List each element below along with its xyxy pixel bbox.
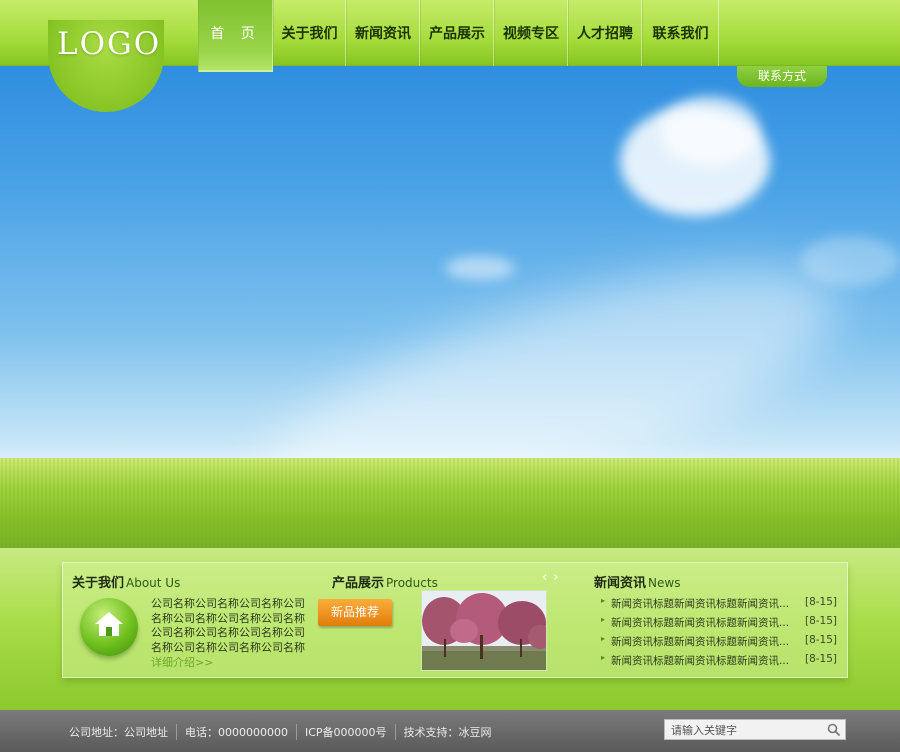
products-heading: 产品展示 Products xyxy=(332,572,438,591)
news-title: 新闻资讯 xyxy=(594,576,647,591)
contact-tab[interactable]: 联系方式 xyxy=(737,66,827,87)
news-item-title[interactable]: 新闻资讯标题新闻资讯标题新闻资讯... xyxy=(611,615,801,634)
news-heading: 新闻资讯 News xyxy=(594,572,680,591)
bullet-icon: ▸ xyxy=(601,653,606,662)
products-next-icon[interactable]: › xyxy=(553,570,564,585)
news-item-title[interactable]: 新闻资讯标题新闻资讯标题新闻资讯... xyxy=(611,653,801,672)
nav-item-products[interactable]: 产品展示 xyxy=(420,0,494,66)
home-icon xyxy=(95,612,123,636)
products-title-en: Products xyxy=(386,576,438,590)
footer-info: 公司地址：公司地址 电话：0000000000 ICP备000000号 技术支持… xyxy=(69,724,500,740)
products-prev-icon[interactable]: ‹ xyxy=(542,570,553,585)
news-item-date: [8-15] xyxy=(804,596,837,608)
news-list: ▸ 新闻资讯标题新闻资讯标题新闻资讯... [8-15] ▸ 新闻资讯标题新闻资… xyxy=(601,596,837,672)
news-item-title[interactable]: 新闻资讯标题新闻资讯标题新闻资讯... xyxy=(611,634,801,653)
news-item[interactable]: ▸ 新闻资讯标题新闻资讯标题新闻资讯... [8-15] xyxy=(601,596,837,615)
bullet-icon: ▸ xyxy=(601,634,606,643)
about-title: 关于我们 xyxy=(72,576,125,591)
news-item-date: [8-15] xyxy=(804,615,837,627)
bullet-icon: ▸ xyxy=(601,615,606,624)
about-text: 公司名称公司名称公司名称公司名称公司名称公司名称公司名称公司名称公司名称公司名称… xyxy=(151,597,311,671)
news-title-en: News xyxy=(648,576,681,590)
products-title: 产品展示 xyxy=(332,576,385,591)
products-pager: ‹› xyxy=(542,570,564,585)
nav-item-home[interactable]: 首 页 xyxy=(198,0,273,72)
news-item-title[interactable]: 新闻资讯标题新闻资讯标题新闻资讯... xyxy=(611,596,801,615)
main-nav: 首 页 关于我们 新闻资讯 产品展示 视频专区 人才招聘 联系我们 xyxy=(198,0,719,72)
footer-address: 公司地址：公司地址 xyxy=(69,726,168,739)
grass-field xyxy=(0,458,900,550)
bullet-icon: ▸ xyxy=(601,596,606,605)
cloud xyxy=(445,256,515,280)
news-item-date: [8-15] xyxy=(804,634,837,646)
news-item-date: [8-15] xyxy=(804,653,837,665)
news-item[interactable]: ▸ 新闻资讯标题新闻资讯标题新闻资讯... [8-15] xyxy=(601,615,837,634)
cloud xyxy=(660,96,760,166)
logo[interactable]: LOGO xyxy=(57,26,161,62)
footer-phone: 电话：0000000000 xyxy=(176,724,296,740)
nav-item-video[interactable]: 视频专区 xyxy=(494,0,568,66)
about-heading: 关于我们 About Us xyxy=(72,572,180,591)
footer-icp[interactable]: ICP备000000号 xyxy=(296,724,395,740)
nav-item-jobs[interactable]: 人才招聘 xyxy=(568,0,642,66)
about-title-en: About Us xyxy=(126,576,181,590)
about-description: 公司名称公司名称公司名称公司名称公司名称公司名称公司名称公司名称公司名称公司名称… xyxy=(151,597,305,655)
about-more-link[interactable]: 详细介绍>> xyxy=(151,656,213,669)
search-icon[interactable] xyxy=(827,723,841,737)
nav-item-news[interactable]: 新闻资讯 xyxy=(346,0,420,66)
footer-support[interactable]: 技术支持：冰豆网 xyxy=(394,724,500,740)
new-products-button[interactable]: 新品推荐 xyxy=(318,599,392,626)
product-image[interactable] xyxy=(421,590,547,671)
nav-item-about[interactable]: 关于我们 xyxy=(273,0,346,66)
nav-item-contact[interactable]: 联系我们 xyxy=(642,0,719,66)
news-item[interactable]: ▸ 新闻资讯标题新闻资讯标题新闻资讯... [8-15] xyxy=(601,634,837,653)
search-input[interactable] xyxy=(671,722,821,738)
hero-banner xyxy=(0,66,900,550)
search-box xyxy=(664,719,846,740)
news-item[interactable]: ▸ 新闻资讯标题新闻资讯标题新闻资讯... [8-15] xyxy=(601,653,837,672)
